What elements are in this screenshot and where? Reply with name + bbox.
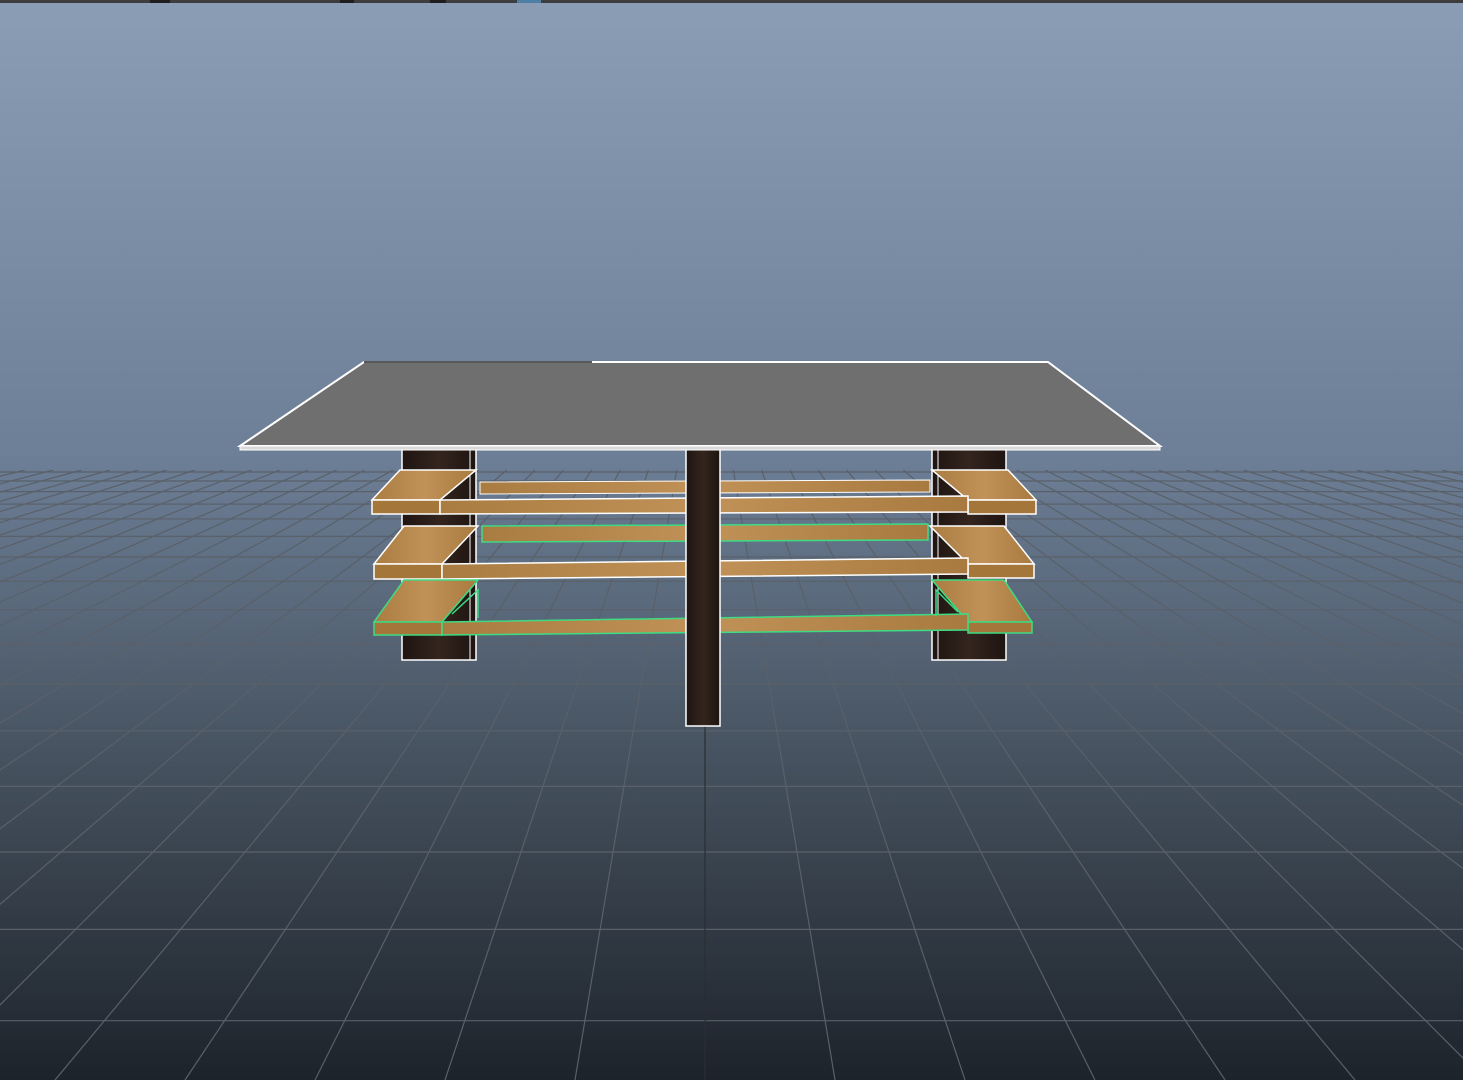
front-center-leg[interactable] xyxy=(685,447,721,727)
table-top[interactable] xyxy=(236,361,1163,451)
3d-viewport[interactable] xyxy=(0,0,1463,1080)
scene-canvas[interactable] xyxy=(0,0,1463,1080)
